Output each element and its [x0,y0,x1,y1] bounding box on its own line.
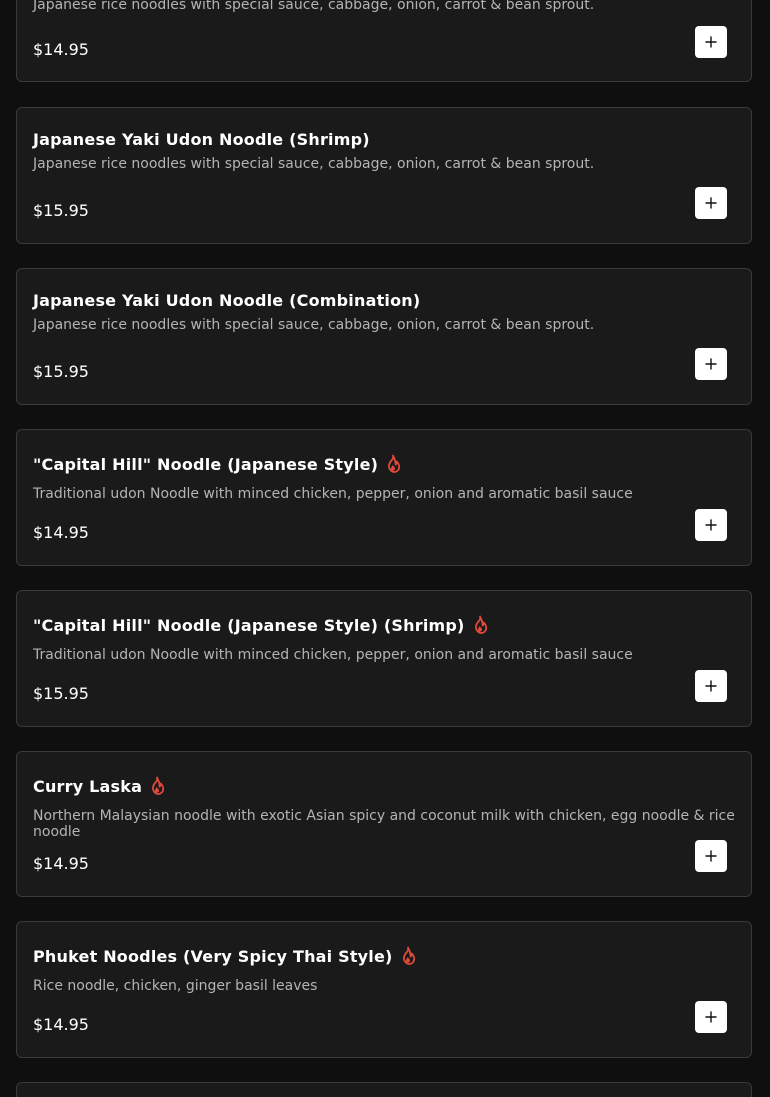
menu-item-price: $15.95 [33,201,89,220]
menu-item-card[interactable]: Curry Laska Northern Malaysian noodle wi… [16,751,752,897]
menu-item-title-text: Phuket Noodles (Very Spicy Thai Style) [33,946,393,966]
menu-item-price: $14.95 [33,40,89,59]
menu-item-title-text: "Capital Hill" Noodle (Japanese Style) [33,454,379,474]
menu-item-description: Rice noodle, chicken, ginger basil leave… [33,978,318,994]
plus-icon [705,36,717,48]
menu-item-title: Japanese Yaki Udon Noodle (Shrimp) [33,130,370,149]
add-to-cart-button[interactable] [695,840,727,872]
add-to-cart-button[interactable] [695,26,727,58]
menu-item-card[interactable]: Japanese Yaki Udon Noodle (Combination) … [16,268,752,405]
add-to-cart-button[interactable] [695,348,727,380]
plus-icon [705,850,717,862]
add-to-cart-button[interactable] [695,1001,727,1033]
menu-item-card[interactable]: Japanese Yaki Udon Noodle (Shrimp) Japan… [16,107,752,244]
menu-item-title: "Capital Hill" Noodle (Japanese Style) (… [33,615,489,635]
menu-item-card[interactable]: "Capital Hill" Noodle (Japanese Style) (… [16,590,752,727]
menu-item-card[interactable]: Japanese rice noodles with special sauce… [16,0,752,82]
fire-icon [152,776,165,795]
menu-item-description: Japanese rice noodles with special sauce… [33,317,595,333]
menu-item-title-text: "Capital Hill" Noodle (Japanese Style) (… [33,615,465,635]
menu-item-title: "Capital Hill" Noodle (Japanese Style) [33,454,402,474]
menu-item-title: Phuket Noodles (Very Spicy Thai Style) [33,946,417,966]
fire-icon [474,615,487,634]
menu-item-price: $15.95 [33,362,89,381]
menu-item-title-text: Curry Laska [33,776,143,796]
menu-item-price: $14.95 [33,1015,89,1034]
menu-item-price: $14.95 [33,854,89,873]
menu-item-title: Japanese Yaki Udon Noodle (Combination) [33,291,420,310]
plus-icon [705,358,717,370]
menu-item-price: $14.95 [33,523,89,542]
menu-item-title-text: Japanese Yaki Udon Noodle (Combination) [33,291,421,310]
menu-item-description: Traditional udon Noodle with minced chic… [33,647,633,663]
menu-item-card[interactable]: "Capital Hill" Noodle (Japanese Style) T… [16,429,752,566]
menu-item-card[interactable]: Phuket Noodles (Very Spicy Thai Style) R… [16,921,752,1058]
menu-item-description: Northern Malaysian noodle with exotic As… [33,808,735,840]
menu-item-card[interactable] [16,1082,752,1097]
menu-item-title-text: Japanese Yaki Udon Noodle (Shrimp) [33,130,370,149]
menu-item-description: Japanese rice noodles with special sauce… [33,0,595,13]
menu-item-description: Japanese rice noodles with special sauce… [33,156,595,172]
plus-icon [705,1011,717,1023]
menu-item-price: $15.95 [33,684,89,703]
plus-icon [705,680,717,692]
menu-item-title: Curry Laska [33,776,166,796]
fire-icon [402,946,415,965]
plus-icon [705,519,717,531]
menu-item-description: Traditional udon Noodle with minced chic… [33,486,633,502]
add-to-cart-button[interactable] [695,187,727,219]
plus-icon [705,197,717,209]
add-to-cart-button[interactable] [695,509,727,541]
menu-list: Japanese rice noodles with special sauce… [0,0,770,1097]
add-to-cart-button[interactable] [695,670,727,702]
fire-icon [388,454,401,473]
